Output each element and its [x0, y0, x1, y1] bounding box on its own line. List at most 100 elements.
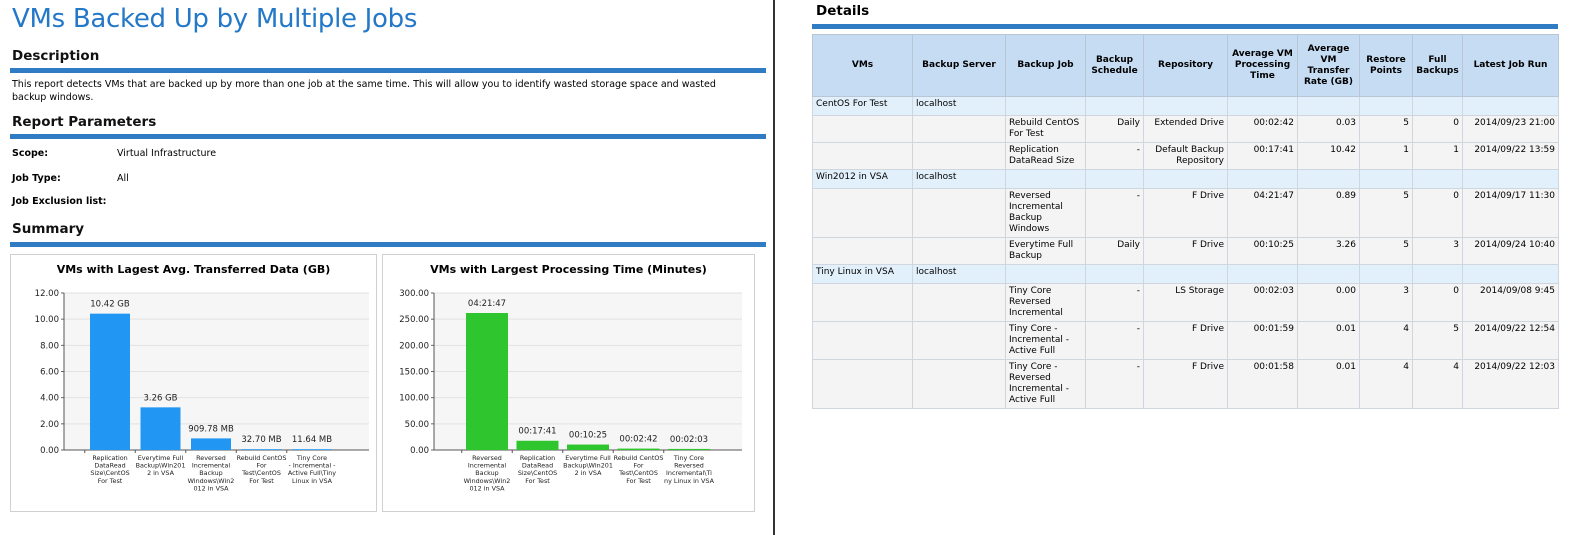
transfer-rate: 0.01 — [1297, 321, 1360, 360]
backup-server: localhost — [912, 264, 1006, 284]
report-left-panel: VMs Backed Up by Multiple Jobs Descripti… — [0, 0, 770, 535]
y-tick-label: 300.00 — [399, 289, 429, 299]
bar — [567, 444, 609, 450]
x-tick-label: 2 in VSA — [575, 469, 603, 477]
bar-value-label: 00:17:41 — [518, 427, 556, 437]
repository: Extended Drive — [1143, 115, 1228, 143]
bar — [292, 449, 332, 450]
full-backups: 1 — [1412, 142, 1463, 170]
x-tick-label: For Test — [98, 477, 123, 485]
y-tick-label: 250.00 — [399, 315, 429, 325]
x-tick-label: For Test — [626, 477, 651, 485]
job-row: Tiny Core Reversed Incremental - LS Stor… — [812, 283, 1559, 322]
x-tick-label: For Test — [525, 477, 550, 485]
bar — [668, 448, 710, 450]
backup-schedule: - — [1085, 321, 1144, 360]
x-tick-label: 012 in VSA — [193, 484, 229, 492]
backup-job: Replication DataRead Size — [1005, 142, 1086, 170]
bar-value-label: 00:02:42 — [619, 435, 657, 445]
panel-divider — [773, 0, 775, 535]
processing-time: 04:21:47 — [1227, 188, 1298, 238]
restore-points: 4 — [1359, 321, 1413, 360]
details-header-row: VMs Backup Server Backup Job Backup Sche… — [812, 34, 1559, 97]
full-backups: 4 — [1412, 359, 1463, 409]
backup-job: Rebuild CentOS For Test — [1005, 115, 1086, 143]
description-heading: Description — [12, 48, 100, 64]
y-tick-label: 8.00 — [40, 341, 59, 351]
bar — [617, 448, 660, 450]
backup-job: Tiny Core - Incremental - Active Full — [1005, 321, 1086, 360]
restore-points: 5 — [1359, 188, 1413, 238]
summary-rule — [10, 242, 766, 247]
bar-value-label: 11.64 MB — [292, 435, 332, 445]
header-restore-points: Restore Points — [1359, 34, 1413, 97]
backup-server: localhost — [912, 96, 1006, 116]
bar-value-label: 04:21:47 — [468, 299, 506, 309]
parameters-heading: Report Parameters — [12, 114, 157, 130]
backup-schedule: - — [1085, 142, 1144, 170]
bar-value-label: 00:02:03 — [670, 435, 708, 445]
header-vms: VMs — [812, 34, 913, 97]
y-tick-label: 100.00 — [399, 394, 429, 404]
y-tick-label: 2.00 — [40, 420, 59, 430]
bar-value-label: 909.78 MB — [188, 424, 234, 434]
header-backup-schedule: Backup Schedule — [1085, 34, 1144, 97]
description-text: This report detects VMs that are backed … — [12, 79, 716, 103]
bar — [191, 438, 231, 450]
processing-time: 00:17:41 — [1227, 142, 1298, 170]
bar-value-label: 32.70 MB — [241, 435, 281, 445]
repository: Default Backup Repository — [1143, 142, 1228, 170]
backup-schedule: Daily — [1085, 237, 1144, 265]
backup-schedule: - — [1085, 188, 1144, 238]
backup-job: Everytime Full Backup — [1005, 237, 1086, 265]
y-tick-label: 6.00 — [40, 368, 59, 378]
details-table: VMs Backup Server Backup Job Backup Sche… — [812, 34, 1559, 409]
y-tick-label: 150.00 — [399, 368, 429, 378]
backup-schedule: - — [1085, 359, 1144, 409]
backup-job: Tiny Core - Reversed Incremental - Activ… — [1005, 359, 1086, 409]
bar-value-label: 3.26 GB — [143, 393, 177, 403]
param-label-scope: Scope: — [12, 148, 49, 159]
x-tick-label: 2 in VSA — [147, 469, 175, 477]
transfer-rate: 3.26 — [1297, 237, 1360, 265]
header-processing-time: Average VM Processing Time — [1227, 34, 1298, 97]
repository: F Drive — [1143, 237, 1228, 265]
processing-time: 00:01:58 — [1227, 359, 1298, 409]
job-row: Tiny Core - Reversed Incremental - Activ… — [812, 359, 1559, 409]
x-tick-label: 012 in VSA — [469, 484, 505, 492]
y-tick-label: 4.00 — [40, 394, 59, 404]
backup-schedule: Daily — [1085, 115, 1144, 143]
y-tick-label: 12.00 — [35, 289, 59, 299]
bar — [241, 449, 282, 450]
full-backups: 0 — [1412, 283, 1463, 322]
latest-job-run: 2014/09/08 9:45 — [1462, 283, 1559, 322]
details-rule — [812, 24, 1558, 29]
vm-group-row: Tiny Linux in VSA localhost — [812, 264, 1559, 284]
backup-job: Tiny Core Reversed Incremental — [1005, 283, 1086, 322]
param-value-job-type: All — [117, 173, 129, 184]
latest-job-run: 2014/09/23 21:00 — [1462, 115, 1559, 143]
param-value-scope: Virtual Infrastructure — [117, 148, 217, 159]
processing-time: 00:01:59 — [1227, 321, 1298, 360]
description-rule — [10, 68, 766, 73]
header-backup-job: Backup Job — [1005, 34, 1086, 97]
processing-time-chart: VMs with Largest Processing Time (Minute… — [382, 254, 755, 512]
processing-chart-svg: 0.00 50.00 100.00 150.00 200.00 250.00 300.00 0… — [399, 289, 742, 492]
backup-server: localhost — [912, 169, 1006, 189]
transfer-rate: 10.42 — [1297, 142, 1360, 170]
bar — [140, 407, 181, 450]
header-repository: Repository — [1143, 34, 1228, 97]
transfer-rate: 0.03 — [1297, 115, 1360, 143]
bar-value-label: 00:10:25 — [569, 431, 607, 441]
bar — [466, 313, 508, 450]
transfer-rate: 0.00 — [1297, 283, 1360, 322]
latest-job-run: 2014/09/22 12:54 — [1462, 321, 1559, 360]
latest-job-run: 2014/09/22 12:03 — [1462, 359, 1559, 409]
restore-points: 5 — [1359, 115, 1413, 143]
header-latest-job-run: Latest Job Run — [1462, 34, 1559, 97]
parameters-rule — [10, 134, 766, 139]
x-tick-label: Linux in VSA — [292, 477, 333, 485]
param-label-job-type: Job Type: — [12, 173, 61, 184]
vm-group-row: Win2012 in VSA localhost — [812, 169, 1559, 189]
bar — [516, 440, 559, 450]
